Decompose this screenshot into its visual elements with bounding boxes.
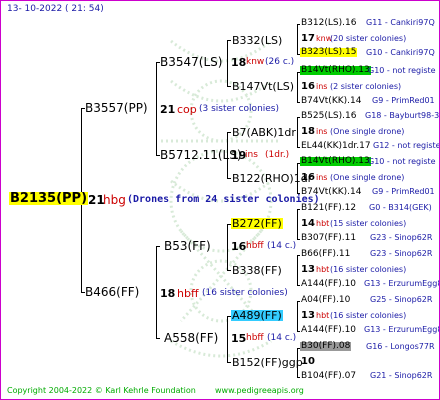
- gen4-ref: G23 - Sinop62R: [370, 249, 433, 258]
- gen2-a-id[interactable]: B3547(LS): [160, 56, 222, 68]
- gen2-c-note: hbff: [246, 241, 264, 251]
- gen4-queen-label: B14Vt(RHO).13: [300, 156, 371, 166]
- gen4-gen-count: 17: [301, 33, 315, 44]
- gen4-gen-count: 18: [301, 126, 315, 137]
- gen3-e-id[interactable]: B272(FF): [231, 218, 283, 229]
- pedigree-frame: 13- 10-2022 ( 21: 54) B2135(PP) 21 hbg (…: [0, 0, 440, 400]
- gen4-note: ins: [316, 173, 328, 182]
- gen2-a-note: knw: [246, 57, 265, 67]
- gen3-g-label: A489(FF): [231, 309, 283, 322]
- website-link[interactable]: www.pedigreeapis.org: [215, 387, 304, 395]
- dam-sister-colonies: (16 sister colonies): [202, 288, 288, 298]
- gen4-ref: G25 - Sinop62R: [370, 295, 433, 304]
- gen4-queen-id[interactable]: A04(FF).10: [301, 296, 350, 305]
- gen4-sisters: (20 sister colonies): [330, 34, 407, 43]
- gen4-gen-count: 14: [301, 218, 315, 229]
- gen4-ref: G10 - not registe: [368, 157, 436, 166]
- gen2-a-gen: 18: [231, 56, 247, 69]
- gen4-note: hbt: [316, 265, 330, 274]
- gen4-gen-count: 10: [301, 356, 315, 367]
- gen4-queen-id[interactable]: B121(FF).12: [301, 204, 356, 213]
- gen4-ref: G9 - PrimRed01: [372, 187, 435, 196]
- copyright-text: Copyright 2004-2022 © Karl Kehrle Founda…: [7, 386, 196, 395]
- gen4-queen-id[interactable]: B14Vt(RHO).13: [300, 157, 371, 166]
- gen3-e-label: B272(FF): [231, 217, 283, 230]
- gen4-queen-id[interactable]: B14Vt(RHO).13: [300, 66, 371, 75]
- gen4-ref: G11 - Cankiri97Q: [366, 18, 435, 27]
- gen4-queen-id[interactable]: EL44(KK)1dr.17: [301, 142, 371, 151]
- gen4-ref: G0 - B314(GEK): [369, 203, 432, 212]
- gen2-d-id[interactable]: A558(FF): [164, 332, 218, 344]
- gen2-d-note: hbff: [246, 333, 264, 343]
- gen4-ref: G13 - ErzurumEgg8: [364, 325, 440, 334]
- dam-gen-count: 18: [160, 287, 176, 300]
- root-queen-label: B2135(PP): [9, 191, 89, 206]
- gen4-sisters: (16 sister colonies): [330, 311, 407, 320]
- gen4-sisters: (One single drone): [330, 127, 405, 136]
- root-sister-colonies: (Drones from 24 sister colonies): [127, 194, 320, 205]
- gen2-b-id[interactable]: B5712.11(LS): [160, 149, 242, 161]
- gen4-gen-count: 13: [301, 310, 315, 321]
- root-note: hbg: [103, 193, 126, 207]
- gen4-ref: G16 - Longos77R: [366, 342, 435, 351]
- gen4-ref: G18 - Bayburt98-3: [365, 111, 440, 120]
- gen4-ref: G12 - not registe: [373, 141, 440, 150]
- gen2-b-note: ins: [245, 150, 258, 160]
- gen4-gen-count: 16: [301, 81, 315, 92]
- gen4-queen-label: B323(LS).15: [300, 47, 358, 57]
- gen4-note: ins: [316, 82, 328, 91]
- gen4-queen-id[interactable]: B74Vt(KK).14: [301, 97, 361, 106]
- gen4-ref: G10 - Cankiri97Q: [366, 48, 435, 57]
- gen4-queen-id[interactable]: B104(FF).07: [301, 372, 356, 381]
- gen2-d-gen: 15: [231, 332, 247, 345]
- gen4-ref: G23 - Sinop62R: [370, 233, 433, 242]
- gen4-queen-id[interactable]: B74Vt(KK).14: [301, 188, 361, 197]
- gen4-sisters: (15 sister colonies): [330, 219, 407, 228]
- gen4-queen-id[interactable]: B30(FF).08: [300, 341, 352, 351]
- gen4-note: hbt: [316, 219, 330, 228]
- gen4-sisters: (2 sister colonies): [330, 82, 402, 91]
- gen4-ref: G10 - not registe: [368, 66, 436, 75]
- gen2-d-sisters: (14 c.): [267, 333, 297, 343]
- gen4-queen-id[interactable]: A144(FF).10: [301, 326, 356, 335]
- gen4-queen-id[interactable]: B312(LS).16: [301, 19, 356, 28]
- root-queen-id[interactable]: B2135(PP): [9, 191, 89, 206]
- sire-note: cop: [177, 103, 197, 116]
- gen4-ref: G21 - Sinop62R: [370, 371, 433, 380]
- gen2-a-sisters: (26 c.): [265, 57, 295, 67]
- gen4-queen-label: B30(FF).08: [300, 341, 352, 351]
- gen4-note: ins: [316, 127, 328, 136]
- gen2-c-gen: 16: [231, 240, 247, 253]
- sire-sister-colonies: (3 sister colonies): [199, 104, 280, 114]
- gen4-sisters: (16 sister colonies): [330, 265, 407, 274]
- gen4-ref: G13 - ErzurumEgg8: [364, 279, 440, 288]
- sire-gen-count: 21: [160, 103, 176, 116]
- sire-queen-id[interactable]: B3557(PP): [85, 102, 148, 114]
- date-stamp: 13- 10-2022 ( 21: 54): [7, 4, 104, 14]
- gen3-f-id[interactable]: B338(FF): [232, 265, 282, 276]
- gen4-queen-id[interactable]: B307(FF).11: [301, 234, 356, 243]
- gen3-b-id[interactable]: B147Vt(LS): [232, 81, 294, 92]
- gen4-queen-id[interactable]: B323(LS).15: [300, 47, 358, 57]
- gen2-c-sisters: (14 c.): [267, 241, 297, 251]
- gen4-queen-id[interactable]: B66(FF).11: [301, 250, 350, 259]
- gen3-a-id[interactable]: B332(LS): [232, 35, 282, 46]
- gen4-queen-id[interactable]: B525(LS).16: [301, 112, 356, 121]
- gen3-g-id[interactable]: A489(FF): [231, 310, 283, 321]
- gen3-h-id[interactable]: B152(FF)ggp: [232, 357, 303, 368]
- gen4-queen-label: B14Vt(RHO).13: [300, 65, 371, 75]
- dam-queen-id[interactable]: B466(FF): [85, 286, 139, 298]
- gen2-b-sisters: (1dr.): [265, 150, 290, 160]
- gen2-c-id[interactable]: B53(FF): [164, 240, 211, 252]
- gen4-sisters: (One single drone): [330, 173, 405, 182]
- gen4-note: hbt: [316, 311, 330, 320]
- gen4-gen-count: 16: [301, 172, 315, 183]
- gen4-gen-count: 13: [301, 264, 315, 275]
- gen4-ref: G9 - PrimRed01: [372, 96, 435, 105]
- gen3-c-id[interactable]: B7(ABK)1dr: [232, 127, 296, 138]
- dam-note: hbff: [177, 287, 199, 300]
- gen4-queen-id[interactable]: A144(FF).10: [301, 280, 356, 289]
